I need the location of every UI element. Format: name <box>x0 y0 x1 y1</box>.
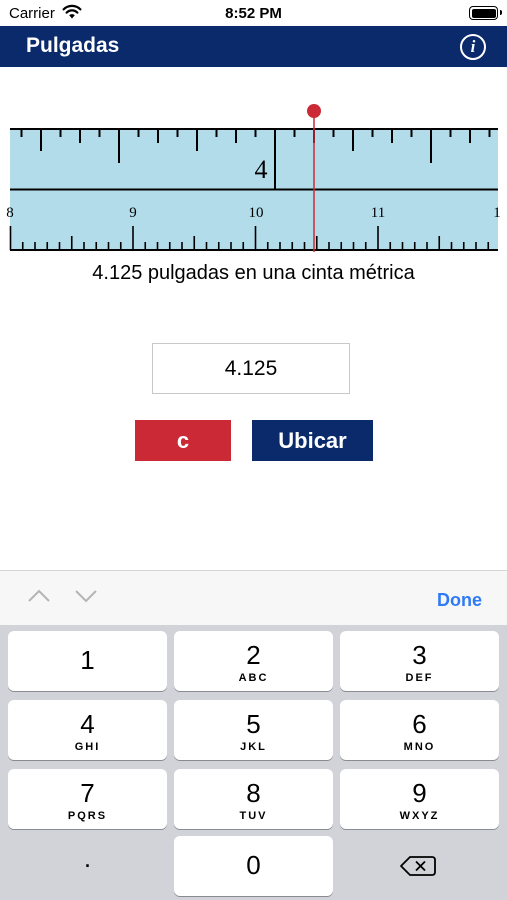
inch-label: 4 <box>255 155 268 184</box>
measurement-caption: 4.125 pulgadas en una cinta métrica <box>92 262 415 284</box>
nav-bar: Pulgadas i <box>0 26 507 67</box>
delete-key[interactable] <box>340 836 499 896</box>
tape-measure-ruler: 4 8 9 10 11 1 <box>6 104 501 252</box>
key-4[interactable]: 4 GHI <box>8 700 167 760</box>
page-title: Pulgadas <box>26 34 120 57</box>
key-2[interactable]: 2 ABC <box>174 631 333 691</box>
cm-label-9: 9 <box>129 205 137 221</box>
key-7[interactable]: 7 PQRS <box>8 769 167 829</box>
key-5[interactable]: 5 JKL <box>174 700 333 760</box>
inches-input[interactable] <box>152 343 350 394</box>
locate-button[interactable]: Ubicar <box>252 420 373 461</box>
backspace-icon <box>400 856 436 876</box>
key-6[interactable]: 6 MNO <box>340 700 499 760</box>
chevron-up-icon[interactable] <box>27 589 51 603</box>
status-time: 8:52 PM <box>225 5 282 22</box>
position-marker-dot <box>307 104 321 118</box>
key-8[interactable]: 8 TUV <box>174 769 333 829</box>
cm-label-11: 11 <box>371 205 385 221</box>
key-3[interactable]: 3 DEF <box>340 631 499 691</box>
key-9[interactable]: 9 WXYZ <box>340 769 499 829</box>
info-icon[interactable]: i <box>460 34 486 60</box>
status-bar: Carrier 8:52 PM <box>0 0 507 26</box>
cm-label-10: 10 <box>249 205 264 221</box>
clear-button[interactable]: c <box>135 420 231 461</box>
numeric-keypad: 1 2 ABC 3 DEF 4 GHI 5 JKL 6 MNO 7 PQRS 8… <box>0 625 507 900</box>
key-0[interactable]: 0 <box>174 836 333 896</box>
battery-icon <box>469 6 502 20</box>
cm-label-8: 8 <box>6 205 14 221</box>
key-decimal[interactable]: . <box>8 838 167 898</box>
key-1[interactable]: 1 <box>8 631 167 691</box>
done-button[interactable]: Done <box>437 590 482 611</box>
keyboard-accessory-bar: Done <box>0 570 507 625</box>
cm-label-12: 1 <box>493 205 501 221</box>
chevron-down-icon[interactable] <box>74 589 98 603</box>
